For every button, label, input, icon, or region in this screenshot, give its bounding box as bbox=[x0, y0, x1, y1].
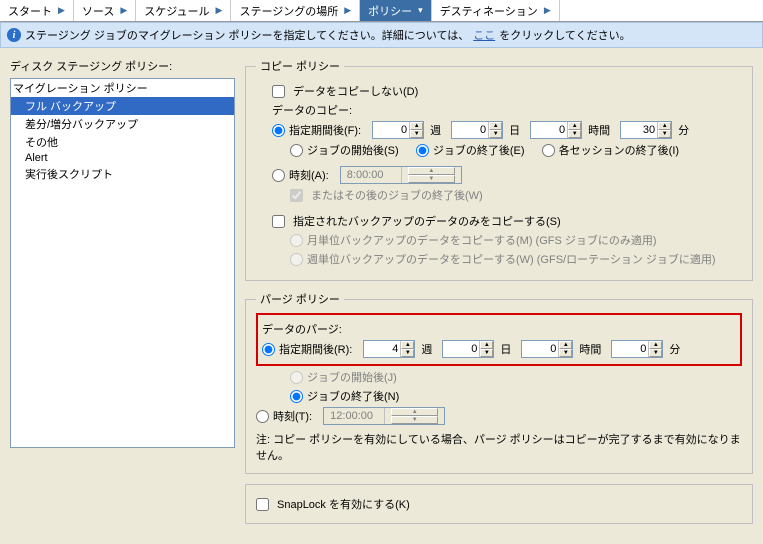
tree-item-other[interactable]: その他 bbox=[11, 133, 234, 151]
copy-hours-field[interactable]: ▲▼ bbox=[530, 121, 582, 139]
purge-mins-field[interactable]: ▲▼ bbox=[611, 340, 663, 358]
copy-period-radio[interactable] bbox=[272, 124, 285, 137]
no-copy-label: データをコピーしない(D) bbox=[293, 83, 418, 99]
tab-policy[interactable]: ポリシー▾ bbox=[360, 0, 432, 21]
copy-days-field[interactable]: ▲▼ bbox=[451, 121, 503, 139]
copy-policy-legend: コピー ポリシー bbox=[256, 58, 344, 74]
purge-time-radio[interactable] bbox=[256, 410, 269, 423]
snaplock-group: SnapLock を有効にする(K) bbox=[245, 484, 753, 524]
snaplock-label: SnapLock を有効にする(K) bbox=[277, 496, 410, 512]
tab-schedule[interactable]: スケジュール▶ bbox=[136, 0, 231, 21]
purge-job-start-label: ジョブの開始後(J) bbox=[307, 369, 397, 385]
tree-item-diff-backup[interactable]: 差分/増分バックアップ bbox=[11, 115, 234, 133]
highlighted-purge-section: データのパージ: 指定期間後(R): ▲▼ 週 ▲▼ 日 ▲▼ 時間 ▲▼ 分 bbox=[256, 313, 742, 366]
copy-time-radio[interactable] bbox=[272, 169, 285, 182]
weekly-radio bbox=[290, 253, 303, 266]
tree-item-migration[interactable]: マイグレーション ポリシー bbox=[11, 79, 234, 97]
policy-tree[interactable]: マイグレーション ポリシー フル バックアップ 差分/増分バックアップ その他 … bbox=[10, 78, 235, 448]
copy-time-field: 8:00:00▲▼ bbox=[340, 166, 462, 184]
only-specified-label: 指定されたバックアップのデータのみをコピーする(S) bbox=[293, 213, 561, 229]
monthly-label: 月単位バックアップのデータをコピーする(M) (GFS ジョブにのみ適用) bbox=[307, 232, 657, 248]
tab-strip: スタート▶ ソース▶ スケジュール▶ ステージングの場所▶ ポリシー▾ デスティ… bbox=[0, 0, 763, 22]
tab-start[interactable]: スタート▶ bbox=[0, 0, 74, 21]
copy-job-start-label: ジョブの開始後(S) bbox=[307, 142, 399, 158]
purge-hours-field[interactable]: ▲▼ bbox=[521, 340, 573, 358]
chevron-right-icon: ▶ bbox=[344, 5, 351, 16]
copy-job-end-radio[interactable] bbox=[416, 144, 429, 157]
purge-period-radio[interactable] bbox=[262, 343, 275, 356]
tab-source[interactable]: ソース▶ bbox=[74, 0, 136, 21]
chevron-right-icon: ▶ bbox=[216, 5, 223, 16]
purge-period-label: 指定期間後(R): bbox=[279, 341, 352, 357]
tab-staging-location[interactable]: ステージングの場所▶ bbox=[231, 0, 360, 21]
info-bar: i ステージング ジョブのマイグレーション ポリシーを指定してください。詳細につ… bbox=[0, 22, 763, 48]
copy-policy-group: コピー ポリシー データをコピーしない(D) データのコピー: 指定期間後(F)… bbox=[245, 58, 753, 281]
purge-time-field: 12:00:00▲▼ bbox=[323, 407, 445, 425]
info-text-pre: ステージング ジョブのマイグレーション ポリシーを指定してください。詳細について… bbox=[25, 27, 469, 43]
monthly-radio bbox=[290, 234, 303, 247]
only-specified-checkbox[interactable] bbox=[272, 215, 285, 228]
purge-policy-legend: パージ ポリシー bbox=[256, 291, 344, 307]
tree-item-postscript[interactable]: 実行後スクリプト bbox=[11, 165, 234, 183]
or-after-label: またはその後のジョブの終了後(W) bbox=[311, 187, 483, 203]
snaplock-checkbox[interactable] bbox=[256, 498, 269, 511]
purge-job-end-radio[interactable] bbox=[290, 390, 303, 403]
copy-job-start-radio[interactable] bbox=[290, 144, 303, 157]
chevron-right-icon: ▶ bbox=[544, 5, 551, 16]
data-purge-label: データのパージ: bbox=[262, 321, 736, 337]
no-copy-checkbox[interactable] bbox=[272, 85, 285, 98]
copy-time-label: 時刻(A): bbox=[289, 167, 329, 183]
weekly-label: 週単位バックアップのデータをコピーする(W) (GFS/ローテーション ジョブに… bbox=[307, 251, 716, 267]
purge-time-label: 時刻(T): bbox=[273, 408, 312, 424]
copy-session-end-label: 各セッションの終了後(I) bbox=[559, 142, 679, 158]
purge-policy-group: パージ ポリシー データのパージ: 指定期間後(R): ▲▼ 週 ▲▼ 日 ▲▼… bbox=[245, 291, 753, 474]
info-link[interactable]: ここ bbox=[473, 27, 495, 43]
copy-session-end-radio[interactable] bbox=[542, 144, 555, 157]
purge-note: 注: コピー ポリシーを有効にしている場合、パージ ポリシーはコピーが完了するま… bbox=[256, 431, 742, 463]
chevron-down-icon: ▾ bbox=[418, 5, 423, 16]
or-after-checkbox bbox=[290, 189, 303, 202]
copy-weeks-field[interactable]: ▲▼ bbox=[372, 121, 424, 139]
tree-item-alert[interactable]: Alert bbox=[11, 151, 234, 165]
info-icon: i bbox=[7, 28, 21, 42]
purge-job-end-label: ジョブの終了後(N) bbox=[307, 388, 399, 404]
data-copy-label: データのコピー: bbox=[256, 102, 742, 118]
copy-period-label: 指定期間後(F): bbox=[289, 122, 361, 138]
copy-mins-field[interactable]: ▲▼ bbox=[620, 121, 672, 139]
tree-item-full-backup[interactable]: フル バックアップ bbox=[11, 97, 234, 115]
info-text-post: をクリックしてください。 bbox=[499, 27, 630, 43]
purge-weeks-field[interactable]: ▲▼ bbox=[363, 340, 415, 358]
left-pane-title: ディスク ステージング ポリシー: bbox=[10, 58, 235, 74]
chevron-right-icon: ▶ bbox=[120, 5, 127, 16]
purge-job-start-radio bbox=[290, 371, 303, 384]
chevron-right-icon: ▶ bbox=[58, 5, 65, 16]
purge-days-field[interactable]: ▲▼ bbox=[442, 340, 494, 358]
tab-destination[interactable]: デスティネーション▶ bbox=[432, 0, 560, 21]
copy-job-end-label: ジョブの終了後(E) bbox=[433, 142, 525, 158]
